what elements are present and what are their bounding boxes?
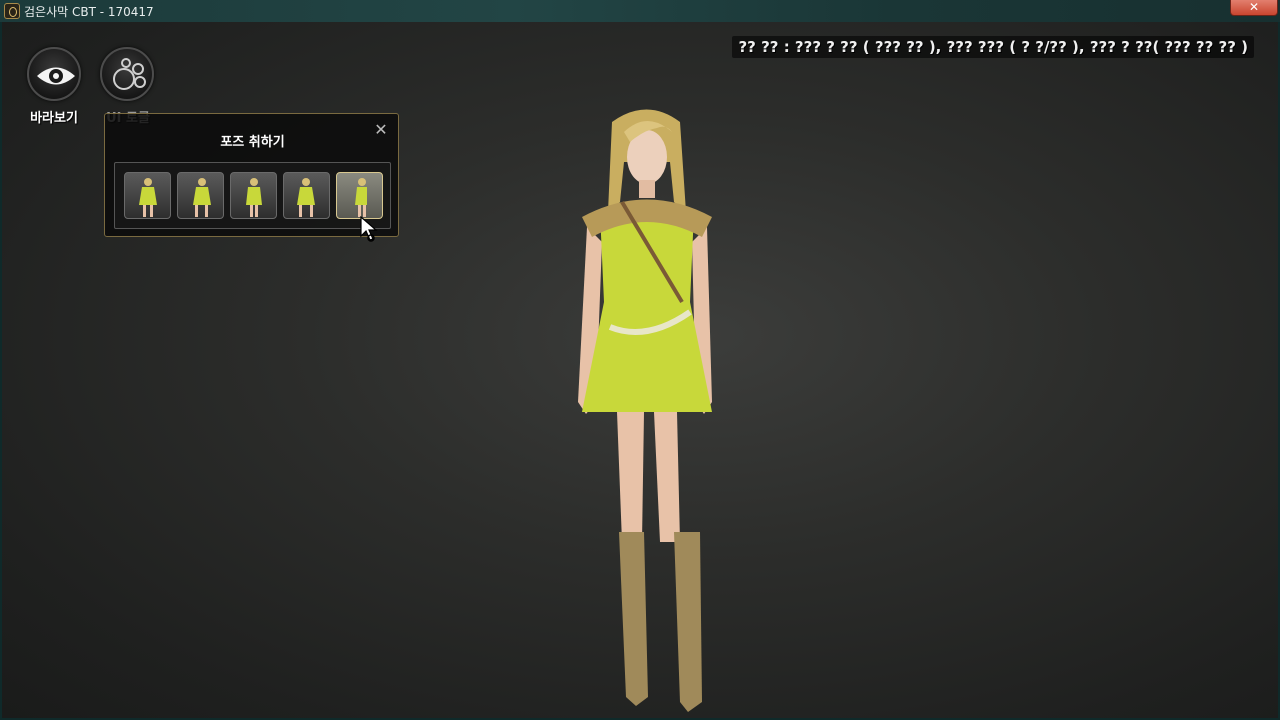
pose-panel: 포즈 취하기 ✕ bbox=[104, 113, 399, 237]
pose-thumbnail-icon bbox=[193, 178, 211, 217]
pose-slot-4[interactable] bbox=[283, 172, 330, 219]
pose-panel-close-icon[interactable]: ✕ bbox=[373, 122, 389, 138]
pose-panel-title: 포즈 취하기 bbox=[220, 135, 285, 150]
character-model bbox=[578, 109, 712, 712]
pose-thumbnail-icon bbox=[246, 178, 262, 217]
look-button[interactable] bbox=[27, 47, 81, 101]
window-title: 검은사막 CBT - 170417 bbox=[24, 5, 154, 19]
pose-thumbnail-icon bbox=[297, 178, 315, 217]
pose-slot-5[interactable] bbox=[336, 172, 383, 219]
app-icon bbox=[4, 3, 20, 19]
game-window: 검은사막 CBT - 170417 ✕ ?? ?? : ??? ? ?? ( ?… bbox=[0, 0, 1280, 720]
title-bar[interactable]: 검은사막 CBT - 170417 ✕ bbox=[0, 0, 1280, 22]
eye-icon bbox=[37, 67, 75, 85]
game-viewport[interactable]: ?? ?? : ??? ? ?? ( ??? ?? ), ??? ??? ( ?… bbox=[2, 22, 1278, 718]
pose-slot-1[interactable] bbox=[124, 172, 171, 219]
pose-thumbnail-icon bbox=[139, 178, 157, 217]
pose-list bbox=[114, 162, 391, 229]
window-close-button[interactable]: ✕ bbox=[1230, 0, 1278, 16]
pose-slot-3[interactable] bbox=[230, 172, 277, 219]
look-button-label: 바라보기 bbox=[30, 111, 78, 126]
ui-toggle-icon bbox=[113, 58, 146, 90]
pose-thumbnail-icon bbox=[355, 178, 367, 217]
mouse-cursor-icon bbox=[360, 216, 378, 242]
pose-slot-2[interactable] bbox=[177, 172, 224, 219]
status-text: ?? ?? : ??? ? ?? ( ??? ?? ), ??? ??? ( ?… bbox=[732, 36, 1254, 58]
ui-toggle-button[interactable] bbox=[100, 47, 154, 101]
